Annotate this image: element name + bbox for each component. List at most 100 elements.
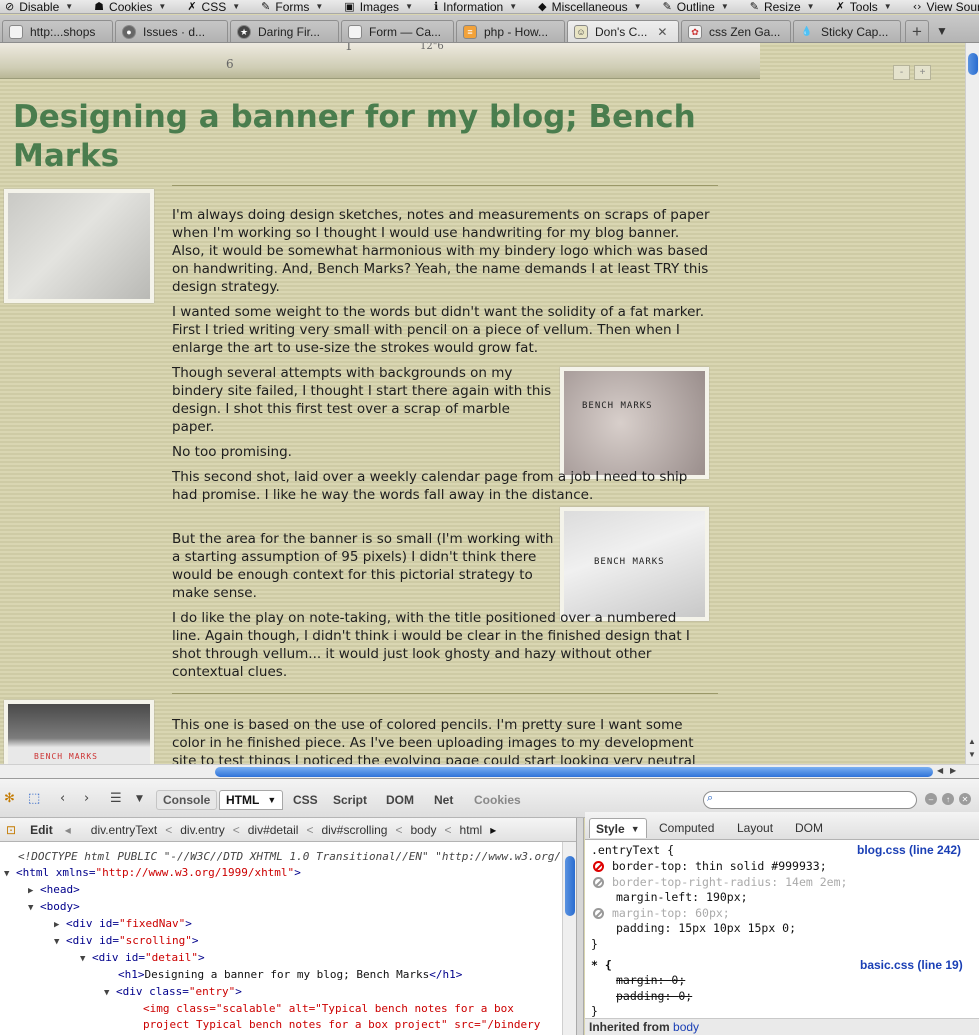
menu-arrow-icon[interactable]: ▼	[136, 794, 143, 804]
crumb-right-arrow-icon[interactable]: ▸	[490, 823, 496, 837]
panel-cookies[interactable]: Cookies	[468, 790, 527, 810]
html-pane-scrollbar[interactable]	[562, 842, 576, 1035]
expanded-twisty-icon[interactable]: ▼	[104, 985, 116, 1002]
breadcrumb-item[interactable]: div.entryText	[91, 823, 157, 837]
wrench-icon: ✗	[835, 0, 845, 13]
panel-script[interactable]: Script	[327, 790, 373, 810]
toolbar-images[interactable]: ▣ Images ▼	[339, 0, 413, 13]
panel-css[interactable]: CSS	[287, 790, 324, 810]
panel-net[interactable]: Net	[428, 790, 459, 810]
css-property[interactable]: margin: 0;	[616, 973, 685, 989]
scroll-thumb[interactable]	[565, 856, 575, 916]
disabled-rule-icon[interactable]	[593, 861, 604, 872]
expanded-twisty-icon[interactable]: ▼	[80, 951, 92, 968]
side-tab-layout[interactable]: Layout	[731, 818, 779, 838]
css-property[interactable]: margin-top: 60px;	[593, 906, 730, 922]
menu-icon[interactable]: ☰	[110, 791, 122, 806]
side-tab-computed[interactable]: Computed	[653, 818, 720, 838]
inspect-icon[interactable]: ⬚	[28, 791, 40, 806]
css-property[interactable]: border-top-right-radius: 14em 2em;	[593, 875, 847, 891]
toolbar-information[interactable]: ℹ Information ▼	[429, 0, 517, 13]
breadcrumb-item[interactable]: html	[460, 823, 483, 837]
expanded-twisty-icon[interactable]: ▼	[4, 866, 16, 883]
scroll-thumb[interactable]	[968, 53, 978, 75]
pencil-icon: ✎	[261, 0, 271, 13]
crumb-left-arrow-icon[interactable]: ◂	[65, 823, 71, 837]
back-icon[interactable]: ‹	[60, 791, 65, 806]
inspect-tree-icon[interactable]: ⊡	[6, 823, 16, 837]
doctype-line: <!DOCTYPE html PUBLIC "-//W3C//DTD XHTML…	[18, 850, 562, 863]
toolbar-miscellaneous[interactable]: ◆ Miscellaneous ▼	[533, 0, 642, 13]
detach-icon[interactable]: ↑	[942, 793, 954, 805]
toolbar-css[interactable]: ✗ CSS ▼	[182, 0, 240, 13]
expanded-twisty-icon[interactable]: ▼	[28, 900, 40, 917]
toolbar-view-source[interactable]: ‹›View Source▼	[908, 0, 979, 13]
breadcrumb-item[interactable]: div#scrolling	[321, 823, 387, 837]
toolbar-cookies[interactable]: ☗ Cookies ▼	[89, 0, 166, 13]
scroll-thumb[interactable]	[215, 767, 933, 777]
scroll-left-arrow-icon[interactable]: ◀	[937, 766, 943, 775]
tree-node-h1[interactable]: <h1>Designing a banner for my blog; Benc…	[118, 966, 462, 983]
new-tab-button[interactable]: +	[905, 20, 929, 42]
tree-node-img[interactable]: <img class="scalable" alt="Typical bench…	[143, 1000, 514, 1017]
breadcrumb-item[interactable]: div#detail	[248, 823, 299, 837]
expanded-twisty-icon[interactable]: ▼	[54, 934, 66, 951]
css-selector[interactable]: .entryText {	[591, 843, 674, 859]
disabled-rule-icon[interactable]	[593, 908, 604, 919]
inherited-link[interactable]: body	[673, 1020, 699, 1034]
blog-banner: 1 12"6 6	[0, 43, 760, 79]
tab-item[interactable]: ● Issues · d...	[115, 20, 228, 42]
css-property[interactable]: padding: 15px 10px 15px 0;	[616, 921, 796, 937]
tab-item-active[interactable]: ☺ Don's C... ✕	[567, 20, 679, 42]
panel-dom[interactable]: DOM	[380, 790, 420, 810]
breadcrumb-item[interactable]: body	[411, 823, 437, 837]
breadcrumb-item[interactable]: div.entry	[180, 823, 224, 837]
scroll-right-arrow-icon[interactable]: ▶	[950, 766, 956, 775]
tab-list-icon[interactable]: ▼	[931, 20, 953, 42]
css-property[interactable]: margin-left: 190px;	[616, 890, 748, 906]
tab-item[interactable]: http:...shops	[2, 20, 113, 42]
tab-item[interactable]: 💧 Sticky Cap...	[793, 20, 901, 42]
tab-item[interactable]: ✿ css Zen Ga...	[681, 20, 791, 42]
edit-button[interactable]: Edit	[30, 823, 53, 837]
scroll-down-arrow-icon[interactable]: ▼	[968, 750, 976, 759]
pane-splitter[interactable]	[576, 818, 584, 1035]
divider	[172, 185, 718, 186]
css-source-link[interactable]: blog.css (line 242)	[857, 843, 961, 859]
close-icon[interactable]: ✕	[959, 793, 971, 805]
scroll-up-arrow-icon[interactable]: ▲	[968, 737, 976, 746]
css-property[interactable]: border-top: thin solid #999933;	[593, 859, 827, 875]
toolbar-disable[interactable]: ⊘ Disable ▼	[0, 0, 73, 13]
panel-html[interactable]: HTML ▼	[219, 790, 284, 810]
dropdown-arrow-icon: ▼	[633, 2, 642, 11]
toolbar-forms[interactable]: ✎ Forms ▼	[256, 0, 323, 13]
shrink-button[interactable]: -	[893, 65, 910, 80]
side-tab-style[interactable]: Style ▼	[589, 818, 647, 838]
forward-icon[interactable]: ›	[84, 791, 89, 806]
post-image-pencils[interactable]: BENCH MARKS	[4, 700, 154, 764]
side-tab-dom[interactable]: DOM	[789, 818, 829, 838]
firebug-icon[interactable]: ✻	[4, 791, 15, 806]
dropdown-arrow-icon: ▼	[267, 795, 277, 805]
css-property[interactable]: padding: 0;	[616, 989, 692, 1005]
post-image-calendar[interactable]: BENCH MARKS	[560, 507, 709, 621]
close-tab-icon[interactable]: ✕	[657, 25, 667, 39]
post-image-sketch[interactable]	[4, 189, 154, 303]
disabled-rule-icon[interactable]	[593, 877, 604, 888]
grow-button[interactable]: +	[914, 65, 931, 80]
toolbar-tools[interactable]: ✗ Tools ▼	[831, 0, 892, 13]
dropdown-arrow-icon: ▼	[405, 2, 413, 11]
css-selector[interactable]: * {	[591, 958, 612, 974]
firebug-search-input[interactable]: ⌕	[703, 791, 917, 809]
toolbar-outline[interactable]: ✎ Outline ▼	[658, 0, 729, 13]
toolbar-resize[interactable]: ✎ Resize ▼	[745, 0, 815, 13]
post-image-marble[interactable]: BENCH MARKS	[560, 367, 709, 479]
tab-item[interactable]: Form — Ca...	[341, 20, 454, 42]
tab-item[interactable]: ≡ php - How...	[456, 20, 565, 42]
page-vertical-scrollbar[interactable]: ▲ ▼	[965, 43, 979, 764]
page-horizontal-scrollbar[interactable]: ◀ ▶	[0, 764, 979, 778]
css-source-link[interactable]: basic.css (line 19)	[860, 958, 963, 974]
tab-item[interactable]: ★ Daring Fir...	[230, 20, 339, 42]
minimize-icon[interactable]: –	[925, 793, 937, 805]
panel-console[interactable]: Console	[156, 790, 218, 810]
